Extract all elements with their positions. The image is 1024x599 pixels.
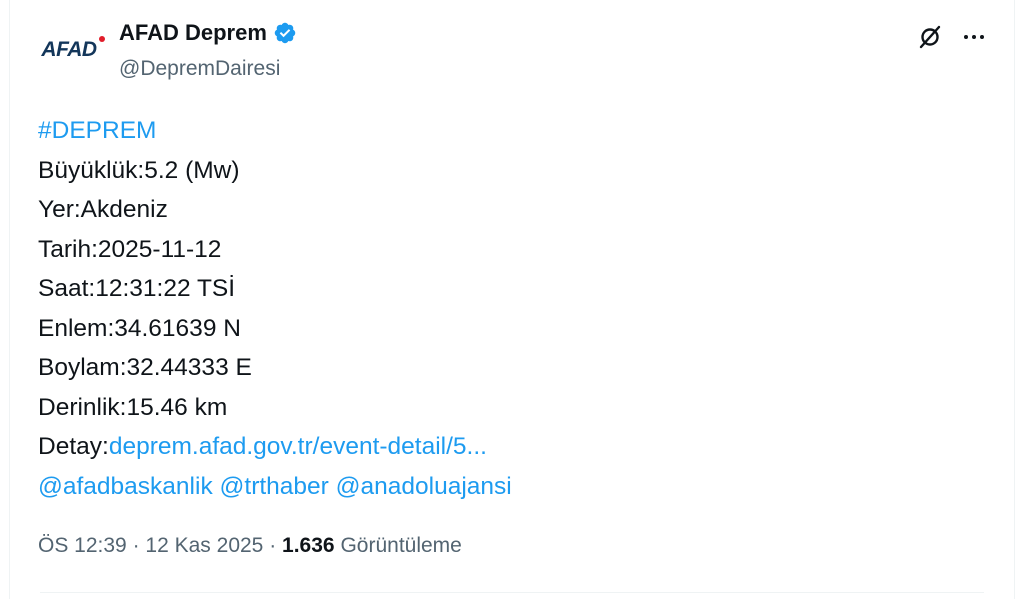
detail-label: Detay: [38, 433, 109, 460]
views-label[interactable]: Görüntüleme [340, 534, 461, 557]
latitude-line: Enlem:34.61639 N [38, 314, 241, 342]
mention-link[interactable]: @anadoluajansi [336, 473, 512, 500]
time-line: Saat:12:31:22 TSİ [38, 275, 236, 302]
more-button[interactable] [958, 21, 990, 53]
display-name[interactable]: AFAD Deprem [119, 18, 267, 48]
tweet-header: AFAD AFAD Deprem @DepremDairesi [10, 0, 1014, 100]
detail-link[interactable]: deprem.afad.gov.tr/event-detail/5... [109, 433, 487, 460]
mentions-line: @afadbaskanlik @trthaber @anadoluajansi [38, 467, 512, 507]
tweet-meta: ÖS 12:39 · 12 Kas 2025 · 1.636 Görüntüle… [38, 531, 462, 561]
grok-icon [919, 25, 941, 49]
depth-line: Derinlik:15.46 km [38, 393, 228, 421]
tweet-text: #DEPREM Büyüklük:5.2 (Mw) Yer:Akdeniz Ta… [38, 111, 512, 506]
afad-logo: AFAD [41, 36, 105, 62]
display-name-row: AFAD Deprem [119, 18, 297, 48]
location-line: Yer:Akdeniz [38, 196, 168, 223]
post-time[interactable]: ÖS 12:39 [38, 534, 127, 557]
longitude-line: Boylam:32.44333 E [38, 354, 252, 381]
date-line: Tarih:2025-11-12 [38, 235, 222, 263]
views-count[interactable]: 1.636 [282, 534, 335, 557]
tweet-card: AFAD AFAD Deprem @DepremDairesi #DEPREM … [9, 0, 1015, 599]
logo-dot [98, 36, 105, 42]
divider [40, 592, 984, 593]
post-date[interactable]: 12 Kas 2025 [145, 534, 263, 557]
mention-link[interactable]: @trthaber [220, 473, 329, 500]
logo-text: AFAD [41, 38, 97, 61]
more-horizontal-icon [964, 35, 984, 39]
author-names: AFAD Deprem @DepremDairesi [119, 18, 297, 84]
meta-separator: · [269, 534, 277, 557]
magnitude-line: Büyüklük:5.2 (Mw) [38, 156, 240, 184]
grok-button[interactable] [914, 21, 946, 53]
meta-separator: · [132, 534, 140, 557]
detail-line: Detay:deprem.afad.gov.tr/event-detail/5.… [38, 427, 512, 467]
avatar[interactable]: AFAD [36, 28, 105, 72]
mention-link[interactable]: @afadbaskanlik [38, 473, 213, 500]
hashtag-link[interactable]: #DEPREM [38, 117, 156, 144]
verified-badge-icon [274, 22, 296, 44]
author-handle[interactable]: @DepremDairesi [119, 54, 297, 84]
